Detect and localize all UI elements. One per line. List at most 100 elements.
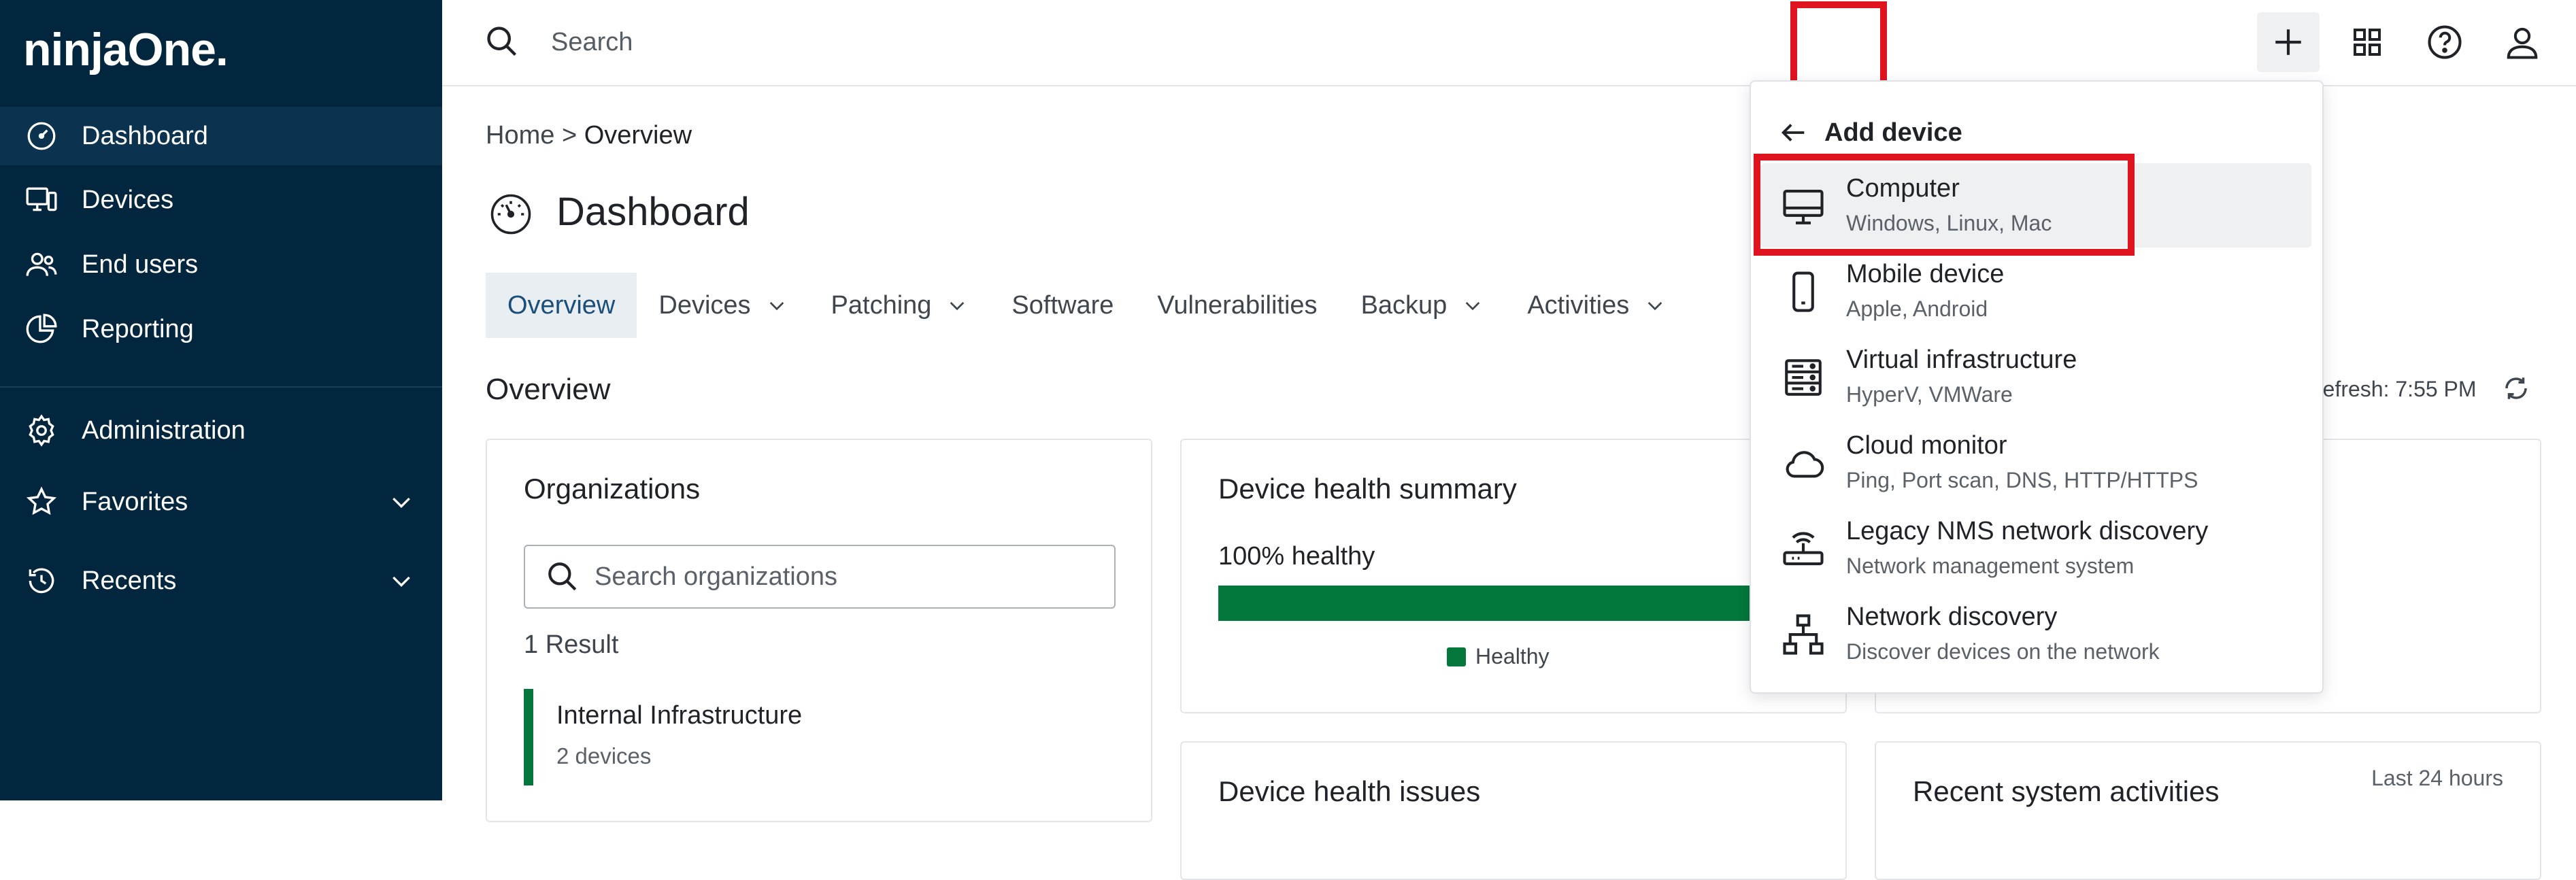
chevron-down-icon xyxy=(1647,302,1662,311)
tab-label: Devices xyxy=(658,290,751,320)
sidebar-item-label: Devices xyxy=(82,185,174,214)
menu-item-title: Virtual infrastructure xyxy=(1846,345,2077,374)
status-bar xyxy=(524,689,533,785)
menu-item-subtitle: Discover devices on the network xyxy=(1846,639,2160,664)
dashboard-tabs: Overview Devices Patching Software Vulne… xyxy=(486,273,1688,338)
page-title: Dashboard xyxy=(556,190,750,234)
star-icon xyxy=(26,486,57,515)
menu-item-network-discovery[interactable]: Network discovery Discover devices on th… xyxy=(1760,592,2311,676)
menu-title: Add device xyxy=(1824,118,1962,147)
breadcrumb-current: Overview xyxy=(584,121,692,150)
sidebar-item-devices[interactable]: Devices xyxy=(0,171,442,229)
organization-name: Internal Infrastructure xyxy=(556,701,803,730)
menu-item-cloud-monitor[interactable]: Cloud monitor Ping, Port scan, DNS, HTTP… xyxy=(1760,420,2311,505)
menu-item-mobile-device[interactable]: Mobile device Apple, Android xyxy=(1760,249,2311,333)
search-icon[interactable] xyxy=(484,24,520,59)
breadcrumb-home[interactable]: Home xyxy=(486,121,554,150)
menu-item-subtitle: Ping, Port scan, DNS, HTTP/HTTPS xyxy=(1846,468,2198,492)
card-title: Device health issues xyxy=(1218,775,1481,807)
sidebar-item-end-users[interactable]: End users xyxy=(0,235,442,294)
sidebar-item-recents[interactable]: Recents xyxy=(0,552,442,610)
help-icon xyxy=(2428,25,2462,59)
legend-label: Healthy xyxy=(1475,644,1550,669)
health-bar-fill xyxy=(1218,586,1830,621)
tab-devices[interactable]: Devices xyxy=(637,273,809,338)
sidebar-item-label: Dashboard xyxy=(82,121,208,150)
user-profile-button[interactable] xyxy=(2495,16,2549,68)
global-search-input[interactable] xyxy=(550,20,1369,64)
tab-activities[interactable]: Activities xyxy=(1505,273,1688,338)
sidebar-item-label: Recents xyxy=(82,566,177,595)
organization-search-input[interactable] xyxy=(593,556,1099,598)
add-device-back[interactable]: Add device xyxy=(1778,109,1962,156)
dashboard-gauge-icon xyxy=(490,194,531,235)
health-legend: Healthy xyxy=(1447,644,1550,669)
refresh-icon[interactable] xyxy=(2502,374,2530,403)
menu-item-title: Network discovery xyxy=(1846,603,2058,631)
card-title: Organizations xyxy=(524,473,701,505)
organizations-card: Organizations 1 Result Internal Infrastr… xyxy=(486,439,1152,822)
top-bar xyxy=(442,0,2576,86)
tab-patching[interactable]: Patching xyxy=(809,273,990,338)
organization-search-field xyxy=(524,545,1116,609)
breadcrumb: Home > Overview xyxy=(486,121,692,150)
sidebar-item-reporting[interactable]: Reporting xyxy=(0,300,442,358)
menu-item-computer[interactable]: Computer Windows, Linux, Mac xyxy=(1760,163,2311,248)
chevron-down-icon xyxy=(769,302,784,311)
users-icon xyxy=(26,252,57,276)
chevron-down-icon[interactable] xyxy=(388,567,415,594)
menu-item-subtitle: Apple, Android xyxy=(1846,297,1988,321)
gear-icon xyxy=(29,414,54,447)
cloud-icon xyxy=(1786,451,1824,478)
menu-item-subtitle: Windows, Linux, Mac xyxy=(1846,211,2052,235)
menu-item-subtitle: HyperV, VMWare xyxy=(1846,382,2013,407)
pie-chart-icon xyxy=(26,314,57,343)
last-refresh-text: refresh: 7:55 PM xyxy=(2315,377,2477,401)
plus-icon xyxy=(2275,29,2301,55)
card-title: Recent system activities xyxy=(1913,775,2220,807)
card-title: Device health summary xyxy=(1218,473,1517,505)
sidebar-item-favorites[interactable]: Favorites xyxy=(0,473,442,531)
monitor-icon xyxy=(1783,189,1824,224)
sidebar-item-administration[interactable]: Administration xyxy=(0,401,442,460)
tab-vulnerabilities[interactable]: Vulnerabilities xyxy=(1135,273,1339,338)
tab-software[interactable]: Software xyxy=(990,273,1135,338)
sidebar-item-label: End users xyxy=(82,250,199,279)
ninjaone-logo[interactable]: ninjaOne. xyxy=(23,23,229,76)
dashboard-gauge-icon xyxy=(27,122,56,150)
add-button[interactable] xyxy=(2257,12,2320,72)
tab-overview[interactable]: Overview xyxy=(486,273,637,338)
menu-item-title: Cloud monitor xyxy=(1846,431,2007,460)
sidebar-item-dashboard[interactable]: Dashboard xyxy=(0,107,442,165)
sidebar: ninjaOne. Dashboard Devices End users Re… xyxy=(0,0,442,800)
sidebar-item-label: Administration xyxy=(82,416,246,445)
menu-item-subtitle: Network management system xyxy=(1846,554,2135,578)
chevron-down-icon[interactable] xyxy=(388,488,415,515)
sidebar-item-label: Favorites xyxy=(82,487,188,516)
legend-swatch xyxy=(1447,647,1466,666)
help-button[interactable] xyxy=(2418,16,2472,68)
menu-item-title: Mobile device xyxy=(1846,260,2005,288)
user-icon xyxy=(2507,27,2538,59)
menu-item-title: Legacy NMS network discovery xyxy=(1846,517,2209,545)
organization-device-count: 2 devices xyxy=(556,743,652,768)
menu-item-virtual-infrastructure[interactable]: Virtual infrastructure HyperV, VMWare xyxy=(1760,335,2311,419)
device-health-issues-card: Device health issues xyxy=(1180,741,1847,880)
menu-item-legacy-nms[interactable]: Legacy NMS network discovery Network man… xyxy=(1760,506,2311,590)
organization-list-item[interactable]: Internal Infrastructure 2 devices xyxy=(524,689,1109,785)
health-bar[interactable] xyxy=(1218,586,1830,621)
apps-grid-button[interactable] xyxy=(2340,16,2394,68)
breadcrumb-separator: > xyxy=(561,121,578,150)
history-icon xyxy=(29,568,54,594)
arrow-left-icon xyxy=(1781,124,1805,141)
tab-label: Activities xyxy=(1527,290,1630,320)
tab-label: Software xyxy=(1011,290,1114,320)
tab-backup[interactable]: Backup xyxy=(1339,273,1506,338)
section-title: Overview xyxy=(486,373,611,406)
device-health-summary-card: Device health summary 100% healthy Healt… xyxy=(1180,439,1847,713)
search-icon xyxy=(548,562,577,591)
tab-label: Vulnerabilities xyxy=(1157,290,1318,320)
time-range[interactable]: Last 24 hours xyxy=(2371,766,2503,791)
recent-activities-card: Recent system activities Last 24 hours xyxy=(1875,741,2541,880)
network-topology-icon xyxy=(1783,614,1824,655)
